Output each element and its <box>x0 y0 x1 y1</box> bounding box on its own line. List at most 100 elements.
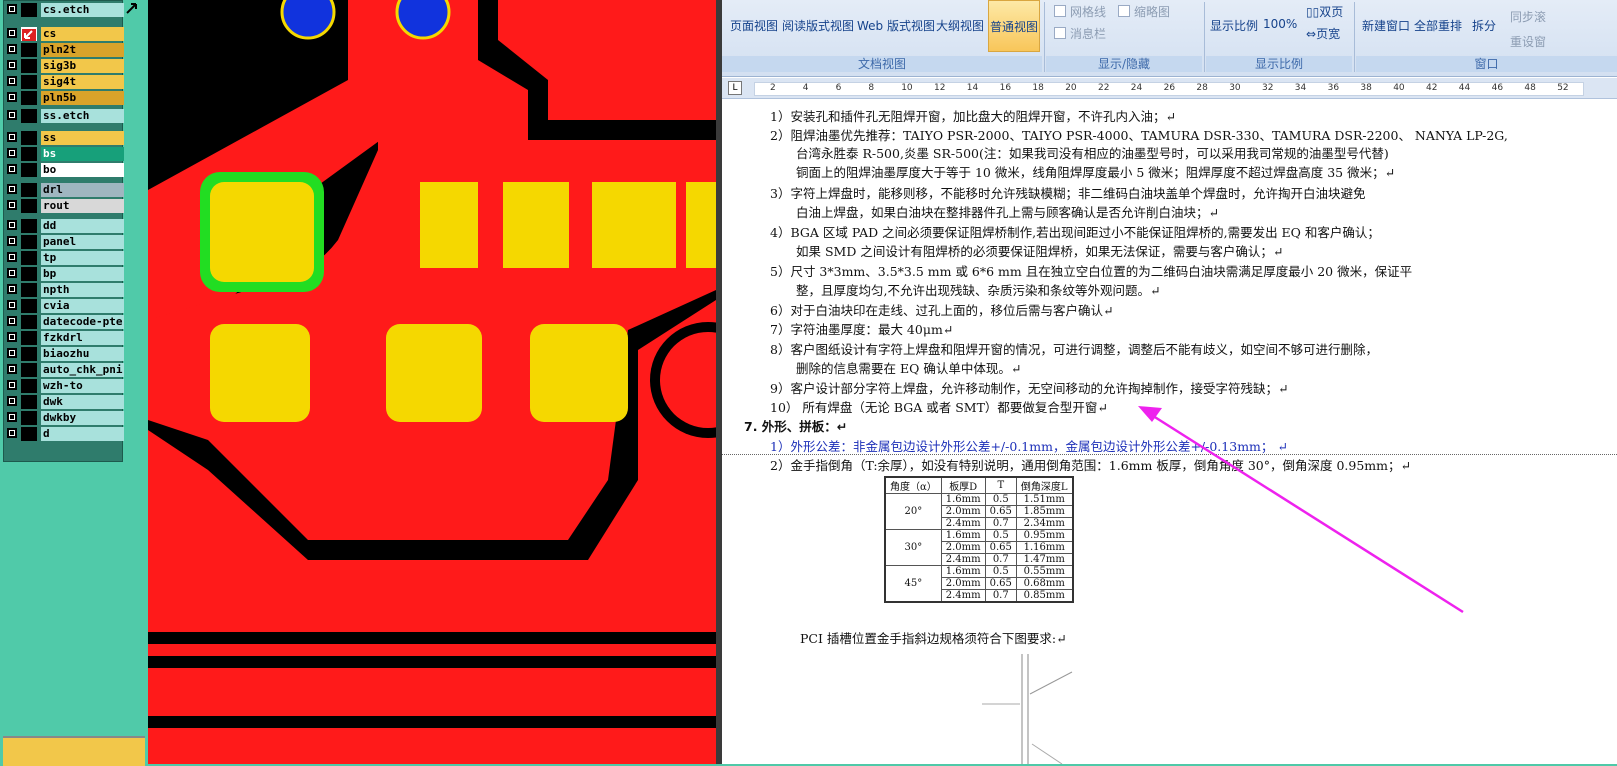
annotation-arrow <box>1138 406 1464 614</box>
layer-visibility-checkbox[interactable] <box>7 60 17 70</box>
layer-visibility-checkbox[interactable] <box>7 300 17 310</box>
layer-visibility-checkbox[interactable] <box>7 316 17 326</box>
layer-visibility-checkbox[interactable] <box>7 268 17 278</box>
layer-color-swatch <box>21 183 37 197</box>
active-layer-icon <box>22 29 36 41</box>
layer-row[interactable]: ss <box>6 131 124 145</box>
layer-row[interactable]: auto_chk_pni <box>6 363 124 377</box>
layer-visibility-checkbox[interactable] <box>7 76 17 86</box>
layer-name: auto_chk_pni <box>41 363 124 377</box>
pad-8 <box>530 324 628 422</box>
layer-visibility-checkbox[interactable] <box>7 348 17 358</box>
layer-color-swatch <box>21 283 37 297</box>
layer-visibility-checkbox[interactable] <box>7 284 17 294</box>
layer-color-swatch <box>21 251 37 265</box>
layer-visibility-checkbox[interactable] <box>7 110 17 120</box>
layer-row[interactable]: npth <box>6 283 124 297</box>
layer-visibility-checkbox[interactable] <box>7 92 17 102</box>
layer-list: cs.etch cs pln2t sig3b sig4t pln5b ss.etch ss bs… <box>3 0 124 462</box>
layer-visibility-checkbox[interactable] <box>7 380 17 390</box>
layer-color-swatch <box>21 299 37 313</box>
layer-name: cs <box>41 27 124 41</box>
layer-row[interactable]: dwkby <box>6 411 124 425</box>
layer-row[interactable]: drl <box>6 183 124 197</box>
layer-visibility-checkbox[interactable] <box>7 252 17 262</box>
layer-row[interactable]: sig3b <box>6 59 124 73</box>
layer-name: ss <box>41 131 124 145</box>
layer-name: rout <box>41 199 124 213</box>
layer-row[interactable]: pln5b <box>6 91 124 105</box>
pad-5 <box>686 182 716 268</box>
layer-color-swatch <box>21 411 37 425</box>
layer-visibility-checkbox[interactable] <box>7 28 17 38</box>
layer-name: cs.etch <box>41 3 124 17</box>
layer-row[interactable]: dd <box>6 219 124 233</box>
via-hole-top-center <box>395 0 451 40</box>
pcb-canvas[interactable] <box>148 0 716 764</box>
layer-visibility-checkbox[interactable] <box>7 132 17 142</box>
layer-row[interactable]: dwk <box>6 395 124 409</box>
layer-name: sig4t <box>41 75 124 89</box>
layer-row[interactable]: bo <box>6 163 124 177</box>
layer-color-swatch <box>21 379 37 393</box>
layer-visibility-checkbox[interactable] <box>7 184 17 194</box>
layer-color-swatch <box>21 199 37 213</box>
layer-row[interactable]: sig4t <box>6 75 124 89</box>
trace-bottom-3 <box>148 716 716 728</box>
layer-row[interactable]: d <box>6 427 124 441</box>
layer-name: npth <box>41 283 124 297</box>
layer-visibility-checkbox[interactable] <box>7 44 17 54</box>
layer-color-swatch <box>21 43 37 57</box>
trace-bottom-2 <box>148 656 716 668</box>
layer-name: sig3b <box>41 59 124 73</box>
layer-row[interactable]: panel <box>6 235 124 249</box>
layer-visibility-checkbox[interactable] <box>7 200 17 210</box>
layer-name: pln2t <box>41 43 124 57</box>
layer-visibility-checkbox[interactable] <box>7 332 17 342</box>
word-window: 页面视图 阅读版式视图 Web 版式视图 大纲视图 普通视图 文档视图 网格线 … <box>722 0 1617 764</box>
layer-visibility-checkbox[interactable] <box>7 236 17 246</box>
layer-visibility-checkbox[interactable] <box>7 220 17 230</box>
layer-color-swatch <box>21 315 37 329</box>
layer-row[interactable]: wzh-to <box>6 379 124 393</box>
layer-row[interactable]: cs.etch <box>6 3 124 17</box>
layer-color-swatch <box>21 163 37 177</box>
pad-2 <box>420 182 478 268</box>
layer-name: fzkdrl <box>41 331 124 345</box>
layer-row[interactable]: cs <box>6 27 124 41</box>
pad-7 <box>386 324 482 422</box>
layer-row[interactable]: rout <box>6 199 124 213</box>
layer-row[interactable]: pln2t <box>6 43 124 57</box>
layer-row[interactable]: cvia <box>6 299 124 313</box>
layer-color-swatch <box>21 331 37 345</box>
layer-color-swatch <box>21 75 37 89</box>
layer-color-swatch <box>21 27 37 41</box>
layer-row[interactable]: tp <box>6 251 124 265</box>
layer-name: dwkby <box>41 411 124 425</box>
pointer-arrow-icon[interactable] <box>124 2 138 16</box>
layer-name: tp <box>41 251 124 265</box>
layer-row[interactable]: biaozhu <box>6 347 124 361</box>
layer-visibility-checkbox[interactable] <box>7 412 17 422</box>
panel-bottom-bar <box>3 736 145 766</box>
layer-row[interactable]: bs <box>6 147 124 161</box>
layer-name: cvia <box>41 299 124 313</box>
layer-row[interactable]: bp <box>6 267 124 281</box>
layer-color-swatch <box>21 219 37 233</box>
layer-visibility-checkbox[interactable] <box>7 364 17 374</box>
layer-visibility-checkbox[interactable] <box>7 428 17 438</box>
layer-panel: cs.etch cs pln2t sig3b sig4t pln5b ss.etch ss bs… <box>0 0 148 766</box>
layer-row[interactable]: fzkdrl <box>6 331 124 345</box>
layer-color-swatch <box>21 131 37 145</box>
layer-row[interactable]: ss.etch <box>6 109 124 123</box>
layer-visibility-checkbox[interactable] <box>7 396 17 406</box>
layer-color-swatch <box>21 91 37 105</box>
layer-color-swatch <box>21 395 37 409</box>
via-hole-top-left <box>280 0 336 40</box>
layer-visibility-checkbox[interactable] <box>7 148 17 158</box>
layer-visibility-checkbox[interactable] <box>7 4 17 14</box>
layer-visibility-checkbox[interactable] <box>7 164 17 174</box>
layer-row[interactable]: datecode-pte <box>6 315 124 329</box>
layer-name: bp <box>41 267 124 281</box>
layer-color-swatch <box>21 267 37 281</box>
